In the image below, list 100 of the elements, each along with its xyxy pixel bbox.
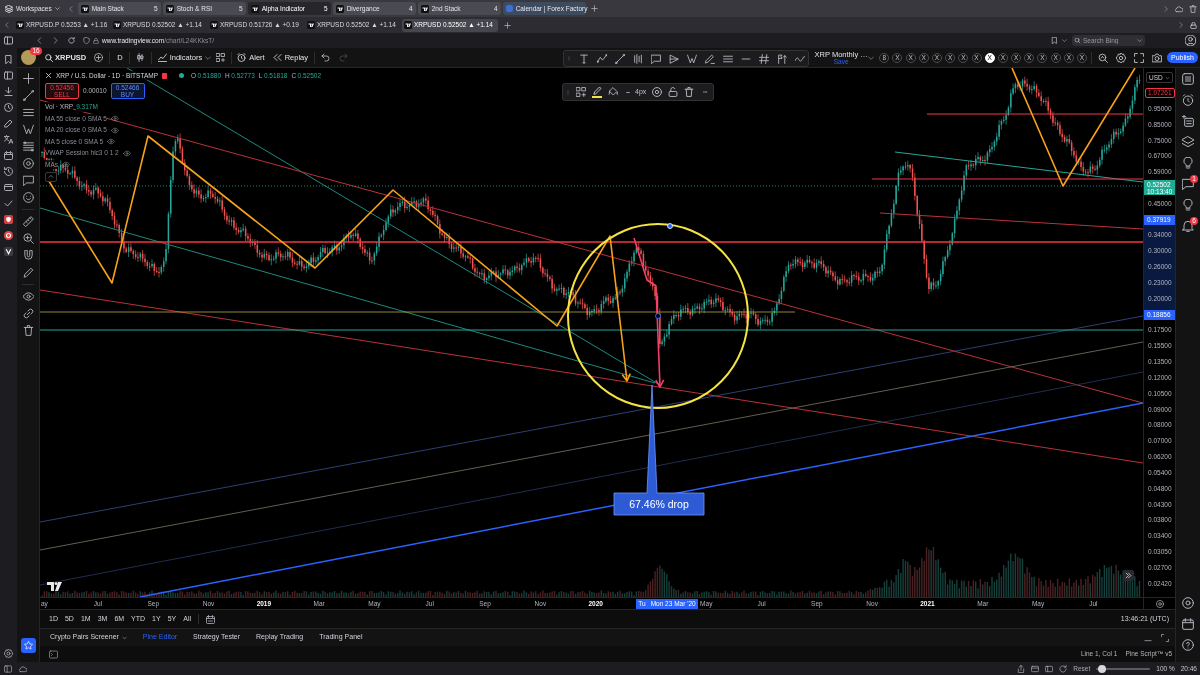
calendar-icon[interactable] [4,150,13,160]
target-icon[interactable] [1182,597,1194,609]
trash-icon[interactable] [22,324,34,336]
lightbulb-icon[interactable] [1182,157,1194,169]
eye-icon[interactable] [22,290,34,302]
zoom-in-icon[interactable] [22,232,34,244]
sidebar-icon[interactable] [4,70,13,80]
clock-icon[interactable] [4,102,13,112]
plus-icon[interactable] [504,21,511,29]
zigzag-icon[interactable] [597,53,607,64]
fibonacci-icon[interactable] [22,140,34,152]
shield-icon[interactable] [83,37,90,44]
slider-thumb[interactable] [1098,664,1107,673]
candles-icon[interactable] [135,53,145,62]
unlock-icon[interactable] [668,87,679,97]
card-icon[interactable] [4,182,13,192]
drop-arrow[interactable] [633,237,665,388]
lines-icon[interactable] [22,106,34,118]
trend-line[interactable] [40,207,656,384]
settings-icon[interactable] [4,649,13,658]
sidebar-icon[interactable] [4,36,13,45]
eye-icon[interactable] [107,138,116,145]
watchlist-icon[interactable] [1182,73,1194,85]
flag-icon[interactable] [777,53,787,64]
cloud-icon[interactable] [19,664,27,673]
window-icon[interactable] [1031,664,1040,673]
pattern-icon[interactable] [687,53,697,64]
zigzag-line[interactable] [1011,68,1136,187]
bars-icon[interactable] [633,53,643,64]
link-icon[interactable] [22,307,34,319]
translate-icon[interactable] [4,134,13,144]
triangle-icon[interactable] [669,53,679,64]
lightbulb-icon[interactable] [1182,199,1194,211]
settings-icon[interactable] [652,87,663,97]
bookmark-icon[interactable] [4,54,13,64]
line-color-button[interactable] [592,86,602,98]
eye-icon[interactable] [122,149,131,157]
magnifier-icon[interactable] [1098,52,1108,63]
terminal-icon[interactable] [49,649,58,659]
sidebar-icon[interactable] [4,664,12,673]
trend-line[interactable] [879,212,1143,230]
layers-icon[interactable] [1182,136,1194,148]
bell-icon[interactable] [1182,220,1194,232]
trash-icon[interactable] [1189,4,1197,13]
text-tool-icon[interactable] [579,53,589,64]
target-icon[interactable] [1155,599,1164,608]
eye-icon[interactable] [62,161,70,168]
alarm-clock-icon[interactable] [1182,94,1194,106]
eye-icon[interactable] [110,115,119,122]
fullscreen-icon[interactable] [1134,52,1144,63]
smiley-icon[interactable] [22,191,34,203]
pencil-icon[interactable] [4,118,13,128]
pattern-icon[interactable] [22,123,34,135]
trash-icon[interactable] [684,87,695,97]
favorites-button[interactable] [20,638,36,653]
check-icon[interactable] [4,198,13,208]
crosshair-icon[interactable] [22,72,34,84]
lines-icon[interactable] [723,53,733,64]
plus-icon[interactable] [590,5,598,12]
magnet-icon[interactable] [22,249,34,261]
undo-icon[interactable] [321,53,330,62]
share-icon[interactable] [1017,664,1026,673]
caret-icon[interactable] [1136,35,1145,46]
highlight-circle[interactable] [567,223,749,409]
maximize-icon[interactable] [1161,633,1169,642]
wave-icon[interactable] [795,53,805,64]
calendar-icon[interactable] [1182,618,1194,630]
app-icon[interactable] [4,214,13,224]
caret-icon[interactable] [1062,38,1067,43]
grid-icon[interactable] [576,87,586,97]
drop-callout[interactable]: 67.46% drop [613,384,705,516]
pencil-icon[interactable] [22,266,34,278]
ruler-icon[interactable] [22,215,34,227]
anchor-handle[interactable] [655,313,661,319]
trend-line-icon[interactable] [22,89,34,101]
zigzag-arrow[interactable] [46,135,631,382]
profile-icon[interactable] [1185,35,1196,46]
trend-line[interactable] [40,99,1143,404]
history-icon[interactable] [4,166,13,176]
lock-icon[interactable] [1190,21,1197,29]
calendar-plus-icon[interactable] [1182,115,1194,127]
speech-bubble-icon[interactable] [22,174,34,186]
calendar-icon[interactable] [206,614,215,624]
paint-bucket-icon[interactable] [608,87,618,97]
eye-icon[interactable] [110,126,119,134]
app-icon[interactable] [4,230,13,240]
scroll-button[interactable] [1123,570,1134,581]
target-icon[interactable] [22,157,34,169]
plus-icon[interactable] [94,53,104,62]
reload-icon[interactable] [68,37,75,44]
rotate-icon[interactable] [1059,664,1068,673]
trend-line-icon[interactable] [615,53,625,64]
search-icon[interactable] [1072,35,1082,46]
logo-icon[interactable] [47,582,62,591]
settings-icon[interactable] [1116,52,1126,63]
chat-icon[interactable] [1182,178,1194,190]
zoom-slider[interactable] [1096,664,1151,673]
brush-icon[interactable] [705,53,715,64]
callout-icon[interactable] [651,53,661,64]
camera-icon[interactable] [1152,52,1162,63]
